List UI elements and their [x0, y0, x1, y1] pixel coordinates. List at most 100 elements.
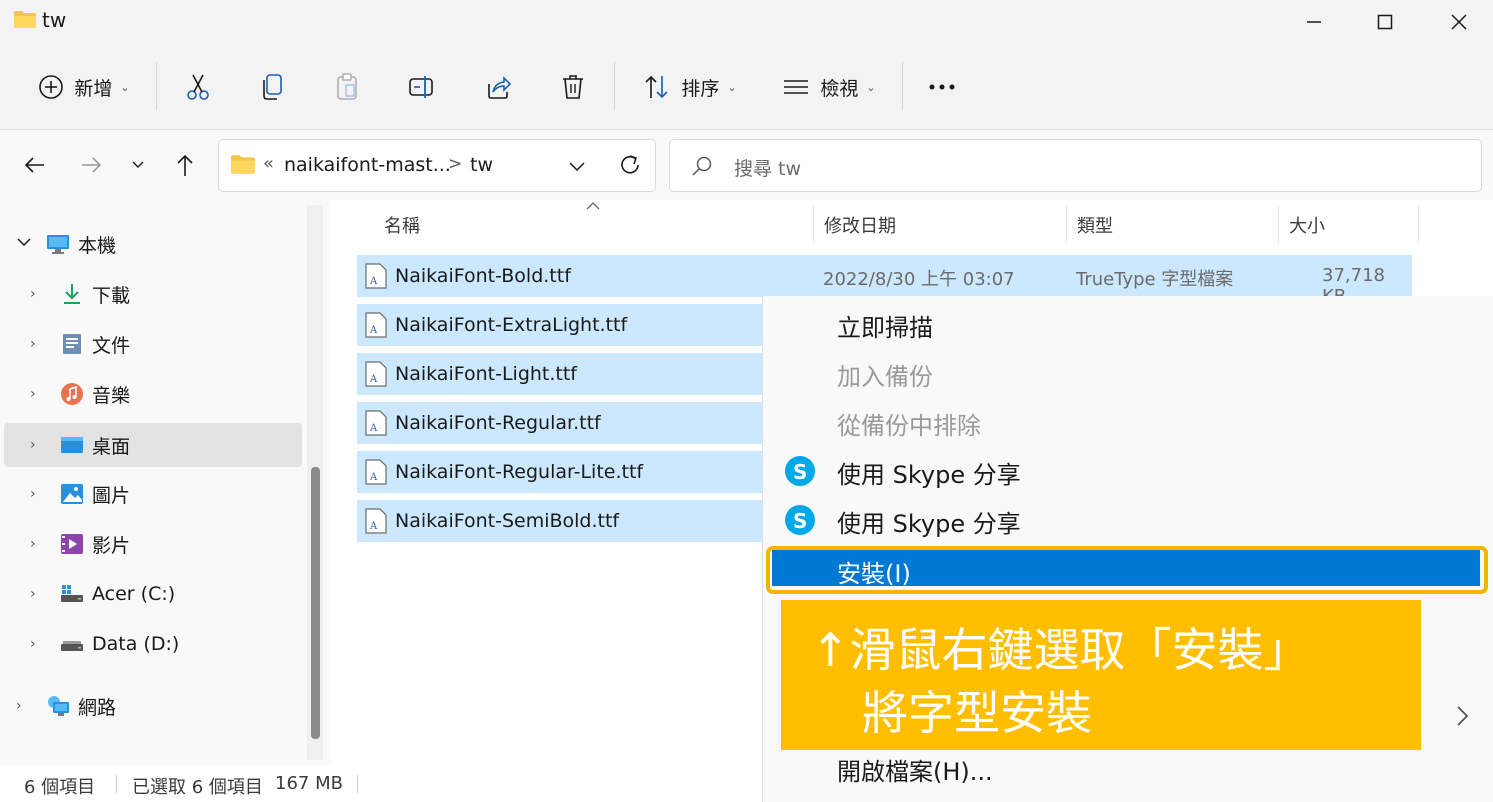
- breadcrumb-parent[interactable]: naikaifont-mast...: [284, 154, 451, 176]
- more-icon: [929, 84, 955, 90]
- sidebar-item-desktop[interactable]: › 桌面: [4, 423, 302, 467]
- up-button[interactable]: [170, 150, 200, 180]
- sidebar-item-drive-c[interactable]: › Acer (C:): [4, 572, 302, 616]
- sort-button[interactable]: 排序 ⌄: [630, 60, 750, 114]
- chevron-right-icon[interactable]: [1452, 703, 1472, 729]
- refresh-icon[interactable]: [617, 152, 643, 178]
- view-label: 檢視: [820, 77, 859, 100]
- chevron-right-icon[interactable]: ›: [30, 586, 50, 602]
- toolbar-divider: [156, 62, 157, 110]
- column-divider[interactable]: [1278, 206, 1279, 244]
- menu-item-skype-share[interactable]: 使用 Skype 分享: [837, 455, 1021, 490]
- more-options-button[interactable]: [918, 60, 966, 114]
- font-file-icon: A: [365, 508, 387, 534]
- sidebar-item-drive-d[interactable]: › Data (D:): [4, 622, 302, 666]
- copy-icon: [263, 74, 282, 100]
- chevron-down-icon[interactable]: [565, 154, 589, 178]
- file-modified: 2022/8/30 上午 03:07: [823, 269, 1015, 290]
- sidebar-item-label: 文件: [92, 334, 131, 357]
- arrow-up-icon: [177, 154, 193, 176]
- videos-icon: [61, 534, 83, 554]
- font-file-icon: A: [365, 312, 387, 338]
- chevron-right-icon[interactable]: ›: [30, 386, 50, 402]
- column-header-name[interactable]: 名稱: [384, 212, 420, 238]
- column-divider[interactable]: [813, 206, 814, 244]
- font-file-icon: A: [365, 410, 387, 436]
- column-divider[interactable]: [1418, 206, 1419, 244]
- rename-button[interactable]: [400, 60, 444, 114]
- menu-item-open-file[interactable]: 開啟檔案(H)...: [837, 752, 993, 787]
- new-label: 新增: [74, 77, 113, 100]
- folder-icon: [231, 155, 255, 174]
- download-icon: [64, 284, 80, 304]
- view-button[interactable]: 檢視 ⌄: [770, 60, 888, 114]
- sidebar-item-music[interactable]: › 音樂: [4, 372, 302, 416]
- file-type: TrueType 字型檔案: [1076, 269, 1234, 290]
- menu-item-install[interactable]: 安裝(I): [837, 554, 911, 589]
- maximize-button[interactable]: [1355, 4, 1415, 40]
- file-row[interactable]: A NaikaiFont-Bold.ttf 2022/8/30 上午 03:07…: [357, 255, 1412, 307]
- column-header-type[interactable]: 類型: [1077, 212, 1113, 238]
- svg-text:S: S: [793, 460, 807, 484]
- minimize-icon: [1307, 21, 1321, 23]
- close-button[interactable]: [1429, 4, 1489, 40]
- chevron-right-icon[interactable]: ›: [30, 336, 50, 352]
- chevron-right-icon[interactable]: ›: [16, 698, 36, 714]
- menu-item-skype-share[interactable]: 使用 Skype 分享: [837, 504, 1021, 539]
- callout-text-line1: ↑滑鼠右鍵選取「安裝」: [811, 623, 1310, 677]
- sidebar-item-this-pc[interactable]: 本機: [4, 222, 302, 266]
- breadcrumb-current[interactable]: tw: [470, 154, 493, 176]
- search-input[interactable]: 搜尋 tw: [734, 154, 801, 181]
- title-bar: [0, 0, 1493, 44]
- close-icon: [1451, 14, 1467, 30]
- minimize-button[interactable]: [1284, 4, 1344, 40]
- sidebar-item-downloads[interactable]: › 下載: [4, 272, 302, 316]
- network-icon: [48, 696, 69, 716]
- chevron-right-icon[interactable]: ›: [30, 486, 50, 502]
- status-selected-size: 167 MB: [275, 773, 343, 794]
- sidebar-scrollbar-thumb[interactable]: [311, 467, 320, 739]
- window-title: tw: [42, 8, 67, 32]
- paste-button[interactable]: [325, 60, 369, 114]
- chevron-right-icon[interactable]: ›: [30, 437, 50, 453]
- menu-item-scan-now[interactable]: 立即掃描: [837, 308, 933, 343]
- delete-button[interactable]: [551, 60, 595, 114]
- chevron-down-icon[interactable]: [16, 234, 32, 250]
- search-box[interactable]: 搜尋 tw: [669, 139, 1482, 192]
- recent-locations-button[interactable]: [128, 153, 148, 177]
- sidebar-item-videos[interactable]: › 影片: [4, 522, 302, 566]
- desktop-icon: [61, 437, 83, 453]
- copy-button[interactable]: [250, 60, 294, 114]
- pictures-icon: [61, 484, 83, 504]
- back-button[interactable]: [20, 150, 50, 180]
- column-header-modified[interactable]: 修改日期: [824, 212, 896, 238]
- forward-button[interactable]: [76, 150, 106, 180]
- column-header-size[interactable]: 大小: [1289, 212, 1325, 238]
- view-list-icon: [784, 80, 809, 94]
- address-bar[interactable]: « naikaifont-mast... > tw: [218, 139, 656, 192]
- scissors-icon: [187, 74, 209, 100]
- sidebar-item-label: 本機: [78, 234, 117, 257]
- chevron-right-icon[interactable]: ›: [30, 286, 50, 302]
- svg-text:A: A: [369, 325, 378, 336]
- file-name: NaikaiFont-SemiBold.ttf: [395, 510, 620, 532]
- chevron-right-icon[interactable]: ›: [30, 636, 50, 652]
- sidebar-item-documents[interactable]: › 文件: [4, 322, 302, 366]
- skype-icon: S: [785, 505, 815, 535]
- music-icon: [61, 383, 83, 405]
- sidebar-item-network[interactable]: › 網路: [4, 684, 302, 728]
- font-file-icon: A: [365, 263, 387, 289]
- breadcrumb-separator: >: [448, 154, 463, 174]
- sidebar-item-pictures[interactable]: › 圖片: [4, 472, 302, 516]
- new-button[interactable]: 新增 ⌄: [28, 60, 140, 114]
- cut-button[interactable]: [176, 60, 220, 114]
- share-button[interactable]: [476, 60, 520, 114]
- maximize-icon: [1377, 14, 1393, 30]
- chevron-right-icon[interactable]: ›: [30, 536, 50, 552]
- menu-item-add-backup[interactable]: 加入備份: [837, 357, 933, 392]
- menu-item-exclude-backup[interactable]: 從備份中排除: [837, 406, 981, 441]
- file-name: NaikaiFont-Regular-Lite.ttf: [395, 461, 644, 483]
- column-divider[interactable]: [1066, 206, 1067, 244]
- monitor-icon: [47, 235, 69, 254]
- path-overflow[interactable]: «: [263, 153, 274, 174]
